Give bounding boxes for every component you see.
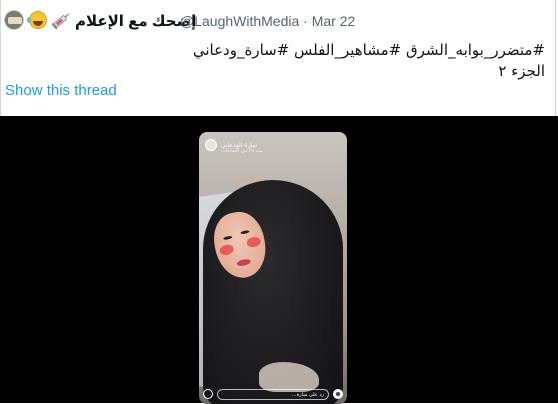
cheek-right — [245, 235, 262, 249]
eye-left — [223, 235, 233, 241]
story-caption: سارة الودعاني — [233, 176, 264, 182]
tweet-date[interactable]: Mar 22 — [312, 13, 356, 29]
media-container[interactable]: سارة الودعاني منذ ٢٥ من الساعات سارة الو… — [0, 116, 558, 404]
dot-separator: · — [303, 13, 308, 29]
tweet-text-part: الجزء ٢ — [498, 62, 545, 80]
story-avatar — [205, 139, 217, 151]
profile-avatar[interactable] — [4, 10, 24, 30]
syringe-emoji-icon — [51, 13, 71, 30]
camera-icon — [333, 389, 343, 399]
user-handle[interactable]: @LaughWithMedia — [180, 13, 299, 29]
story-footer: رد على سارة... — [203, 388, 343, 400]
tweet-text: #متضرر_بوابه_الشرق #مشاهير_الفلس #سارة_و… — [15, 40, 545, 82]
handle-line: @LaughWithMedia · Mar 22 — [180, 13, 355, 29]
tweet-text-hashtags[interactable]: #متضرر_بوابه_الشرق #مشاهير_الفلس #سارة_و… — [15, 40, 545, 61]
show-thread-link[interactable]: Show this thread — [5, 82, 117, 99]
story-video-frame[interactable]: سارة الودعاني منذ ٢٥ من الساعات سارة الو… — [199, 132, 347, 404]
story-time: منذ ٢٥ من الساعات — [221, 148, 263, 154]
tweet[interactable]: إضحك مع الإعلام @LaughWithMedia · Mar 22… — [0, 0, 558, 404]
lips — [236, 258, 252, 267]
story-reply-box: رد على سارة... — [217, 388, 329, 400]
cheek-left — [218, 243, 235, 257]
eye-right — [240, 229, 250, 235]
more-icon — [203, 389, 213, 399]
rolling-laughing-emoji-icon — [27, 11, 47, 29]
display-name[interactable]: إضحك مع الإعلام — [75, 12, 196, 30]
